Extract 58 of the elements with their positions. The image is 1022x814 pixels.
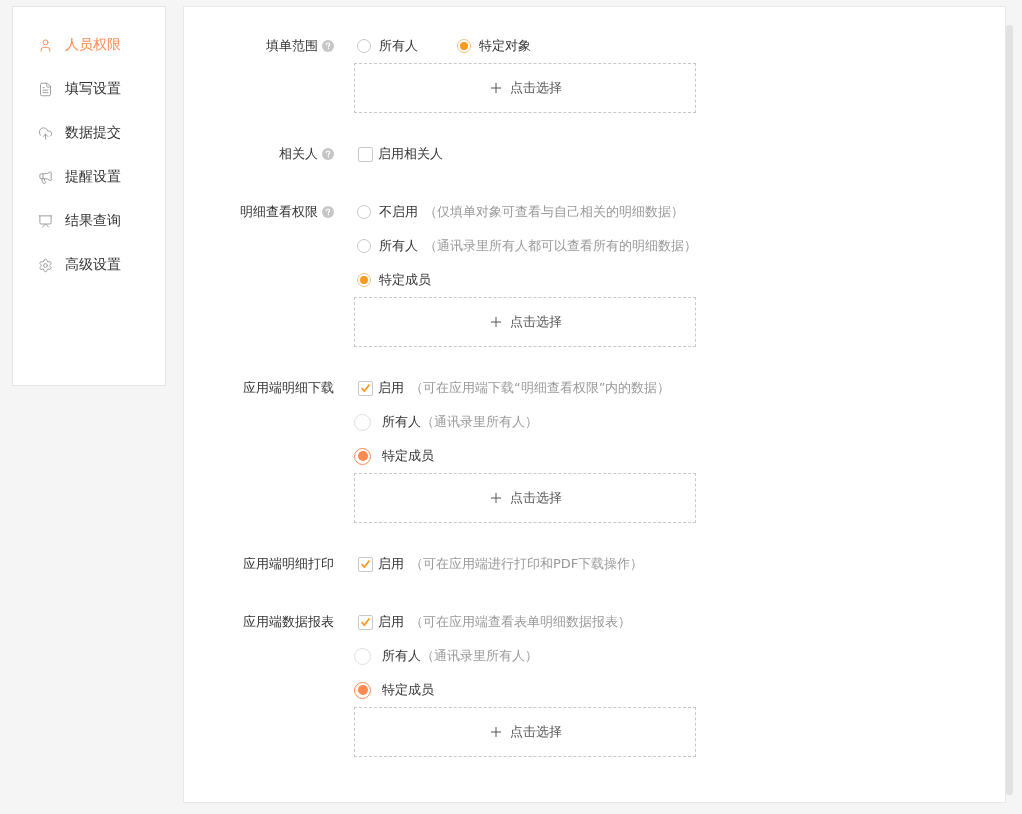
option-hint: （通讯录里所有人都可以查看所有的明细数据） <box>424 237 697 255</box>
option-hint: （仅填单对象可查看与自己相关的明细数据） <box>424 203 684 221</box>
field-label: 应用端明细下载 <box>243 379 334 397</box>
select-button[interactable]: 点击选择 <box>354 707 696 757</box>
sidebar-item[interactable]: 高级设置 <box>13 243 165 287</box>
settings-icon <box>38 257 53 273</box>
option-label: 所有人 <box>382 647 421 665</box>
option-hint: （可在应用端查看表单明细数据报表） <box>410 613 631 631</box>
sidebar-item[interactable]: 填写设置 <box>13 67 165 111</box>
select-button[interactable]: 点击选择 <box>354 473 696 523</box>
chart-board-icon <box>38 213 53 229</box>
checkbox-label: 启用相关人 <box>378 145 443 163</box>
checkbox[interactable] <box>358 614 373 630</box>
option-hint: （通讯录里所有人） <box>421 647 538 665</box>
radio-option[interactable]: 所有人 <box>354 37 418 55</box>
plus-icon <box>488 80 504 96</box>
megaphone-icon <box>38 169 53 185</box>
checkbox[interactable] <box>358 556 373 572</box>
check-icon <box>360 559 371 569</box>
option-label: 特定成员 <box>382 447 434 465</box>
check-icon <box>360 617 371 627</box>
sidebar-item[interactable]: 数据提交 <box>13 111 165 155</box>
option-label: 不启用 <box>379 203 418 221</box>
person-icon <box>38 37 53 53</box>
option-label: 所有人 <box>379 237 418 255</box>
field-label: 填单范围 <box>266 37 318 55</box>
field-label: 相关人 <box>279 145 318 163</box>
option-hint: （可在应用端进行打印和PDF下载操作） <box>410 555 644 573</box>
help-icon <box>322 40 334 52</box>
field-label: 明细查看权限 <box>240 203 318 221</box>
check-icon <box>360 383 371 393</box>
option-label: 特定成员 <box>379 271 431 289</box>
scrollbar[interactable] <box>1006 25 1013 795</box>
checkbox[interactable] <box>358 380 373 396</box>
plus-icon <box>488 314 504 330</box>
option-label: 特定成员 <box>382 681 434 699</box>
sidebar-item[interactable]: 结果查询 <box>13 199 165 243</box>
document-icon <box>38 81 53 97</box>
checkbox-label: 启用 <box>378 379 404 397</box>
radio-option[interactable]: 特定对象 <box>454 37 531 55</box>
cloud-upload-icon <box>38 125 53 141</box>
option-label: 所有人 <box>379 37 418 55</box>
plus-icon <box>488 724 504 740</box>
option-hint: （通讯录里所有人） <box>421 413 538 431</box>
field-label: 应用端数据报表 <box>243 613 334 631</box>
option-label: 特定对象 <box>479 37 531 55</box>
option-label: 所有人 <box>382 413 421 431</box>
field-label: 应用端明细打印 <box>243 555 334 573</box>
sidebar-item[interactable]: 提醒设置 <box>13 155 165 199</box>
help-icon <box>322 148 334 160</box>
option-hint: （可在应用端下载“明细查看权限”内的数据） <box>410 379 671 397</box>
checkbox[interactable] <box>358 146 373 162</box>
select-button[interactable]: 点击选择 <box>354 297 696 347</box>
help-icon <box>322 206 334 218</box>
checkbox-label: 启用 <box>378 613 404 631</box>
checkbox-label: 启用 <box>378 555 404 573</box>
plus-icon <box>488 490 504 506</box>
select-button[interactable]: 点击选择 <box>354 63 696 113</box>
